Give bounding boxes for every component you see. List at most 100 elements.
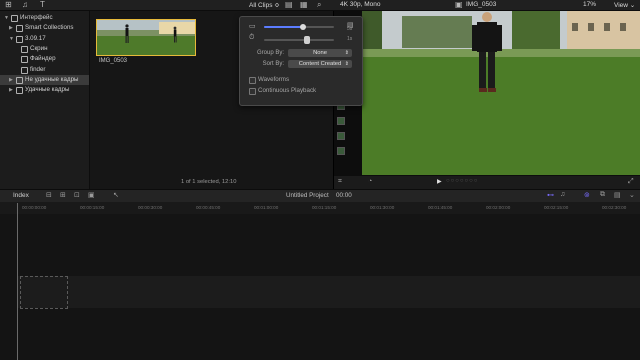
library-item[interactable]: ▼ Интерфейс (0, 13, 89, 23)
select-tool-icon[interactable]: ↖ (113, 191, 119, 199)
duration-slider[interactable] (264, 36, 334, 44)
appearance-icon[interactable]: ▦ (300, 1, 308, 9)
library-item[interactable]: Скрин (0, 44, 89, 54)
library-item[interactable]: finder (0, 65, 89, 75)
append-clip-icon[interactable]: ⊡ (74, 191, 80, 199)
playhead[interactable] (17, 203, 18, 360)
waveforms-checkbox[interactable] (249, 77, 256, 84)
library-item-label: Интерфейс (20, 14, 53, 21)
group-by-label: Group By: (256, 50, 284, 56)
skimming-icon[interactable]: ⊷ (547, 191, 554, 199)
keyword-icon (21, 56, 28, 64)
select-arrows-icon: ⇕ (344, 50, 349, 56)
ruler-tick-label: 00:00:30:00 (138, 205, 163, 210)
keyword-icon (21, 66, 28, 74)
disclosure-closed-icon[interactable]: ▶ (9, 23, 13, 33)
tool-icon[interactable] (337, 117, 345, 125)
clip-thumbnail[interactable] (96, 19, 196, 56)
library-item-label: Не удачные кадры (25, 75, 79, 83)
snapping-icon[interactable]: ⧉ (600, 191, 605, 199)
connect-clip-icon[interactable]: ⊟ (46, 191, 52, 199)
library-item-label: Smart Collections (25, 24, 74, 32)
audio-skimming-icon[interactable]: ♫ (560, 191, 565, 198)
library-item[interactable]: Файндер (0, 54, 89, 64)
fullscreen-icon[interactable]: ⤢ (628, 178, 634, 186)
libraries-sidebar: ▼ Интерфейс ▶ Smart Collections ▼ 3.09.17 Скри… (0, 11, 90, 189)
sort-by-value: Content Created (298, 61, 342, 67)
duration-long-label: 1s (347, 36, 353, 42)
event-icon (16, 87, 23, 95)
timecode-display: ○○○○○○○ (446, 178, 479, 184)
speed-icon[interactable]: ◔ (368, 178, 372, 185)
group-by-select[interactable]: None ⇕ (288, 49, 352, 57)
duration-icon: ⏱ (249, 34, 255, 41)
clip-appearance-icon[interactable]: ▤ (614, 191, 621, 199)
disclosure-open-icon[interactable]: ▼ (4, 13, 9, 23)
viewer-image (362, 11, 640, 175)
timeline-ruler[interactable]: 00:00:00:00 00:00:15:00 00:00:30:00 00:00:4… (0, 202, 640, 214)
library-item-label: Удачные кадры (25, 86, 70, 94)
clip-label: IMG_0503 (99, 58, 128, 64)
disclosure-closed-icon[interactable]: ▶ (9, 85, 13, 95)
tool-icon[interactable] (337, 132, 345, 140)
solo-icon[interactable]: ⊚ (584, 191, 590, 199)
photos-audio-icon[interactable]: ♫ (22, 1, 28, 9)
select-arrows-icon: ⇕ (344, 61, 349, 67)
timeline-menu-icon[interactable]: ⌄ (629, 191, 635, 199)
search-icon[interactable]: ⌕ (317, 1, 321, 9)
event-icon (16, 25, 23, 33)
library-item[interactable]: ▼ 3.09.17 (0, 34, 89, 44)
ruler-tick-label: 00:01:15:00 (312, 205, 337, 210)
primary-storyline[interactable] (18, 276, 640, 308)
clip-filter-dropdown[interactable]: All Clips ≎ (249, 1, 280, 9)
continuous-playback-checkbox[interactable] (249, 88, 256, 95)
viewer-controls: ⌗ ◔ ▶ ○○○○○○○ ⤢ (334, 176, 640, 189)
sort-by-select[interactable]: Content Created ⇕ (288, 60, 352, 68)
transform-icon[interactable]: ⌗ (338, 178, 342, 186)
library-item[interactable]: ▶ Удачные кадры (0, 85, 89, 95)
clip-appearance-popover: ▭ ▤ ⏱ 5s 1s Group By: None ⇕ Sort By: Co… (239, 16, 363, 106)
clip-height-slider[interactable] (264, 24, 334, 30)
clip-height-slider-fill (264, 26, 303, 28)
viewer-frame (362, 11, 640, 175)
continuous-playback-label: Continuous Playback (258, 87, 317, 94)
viewer-format-label: 4K 30p, Mono (340, 1, 381, 8)
index-button[interactable]: Index (13, 192, 29, 199)
ruler-tick-label: 00:02:15:00 (544, 205, 569, 210)
library-browser-icon[interactable]: ⊞ (5, 1, 12, 9)
zoom-level[interactable]: 17% (583, 1, 596, 8)
waveforms-label: Waveforms (258, 76, 290, 83)
ruler-tick-label: 00:02:30:00 (602, 205, 627, 210)
ruler-tick-label: 00:02:00:00 (486, 205, 511, 210)
disclosure-closed-icon[interactable]: ▶ (9, 75, 13, 85)
titles-generators-icon[interactable]: T (40, 1, 45, 9)
ruler-tick-label: 00:00:15:00 (80, 205, 105, 210)
project-name: Untitled Project (286, 192, 329, 199)
clip-height-small-icon: ▭ (249, 23, 256, 30)
group-by-value: None (313, 50, 327, 56)
ruler-tick-label: 00:00:45:00 (196, 205, 221, 210)
duration-slider-knob[interactable] (304, 36, 311, 44)
ruler-tick-label: 00:01:30:00 (370, 205, 395, 210)
ruler-tick-label: 00:01:00:00 (254, 205, 279, 210)
timeline-toolbar: Index ⊟ ⊞ ⊡ ▣ ↖ Untitled Project 00:00 ⊷… (0, 189, 640, 203)
filmstrip-view-icon[interactable]: ▤ (285, 1, 293, 9)
ruler-tick-label: 00:01:45:00 (428, 205, 453, 210)
overwrite-clip-icon[interactable]: ▣ (88, 191, 95, 199)
clip-height-slider-knob[interactable] (299, 24, 306, 30)
library-item[interactable]: ▶ Smart Collections (0, 23, 89, 33)
selection-status: 1 of 1 selected, 12:10 (181, 179, 237, 185)
play-icon[interactable]: ▶ (437, 178, 442, 185)
disclosure-open-icon[interactable]: ▼ (9, 34, 14, 44)
view-menu[interactable]: View ⌄ (614, 1, 635, 9)
top-toolbar: ⊞ ♫ T All Clips ≎ ▤ ▦ ⌕ 4K 30p, Mono ▣ I… (0, 0, 640, 11)
event-icon (16, 35, 23, 43)
duration-short-label: 5s (347, 26, 353, 32)
event-icon (16, 76, 23, 84)
tool-icon[interactable] (337, 147, 345, 155)
viewer-clip-name: IMG_0503 (466, 1, 497, 8)
library-item[interactable]: ▶ Не удачные кадры (0, 74, 89, 85)
thumbnail-image (97, 20, 195, 55)
empty-storyline-placeholder (20, 276, 68, 309)
insert-clip-icon[interactable]: ⊞ (60, 191, 66, 199)
